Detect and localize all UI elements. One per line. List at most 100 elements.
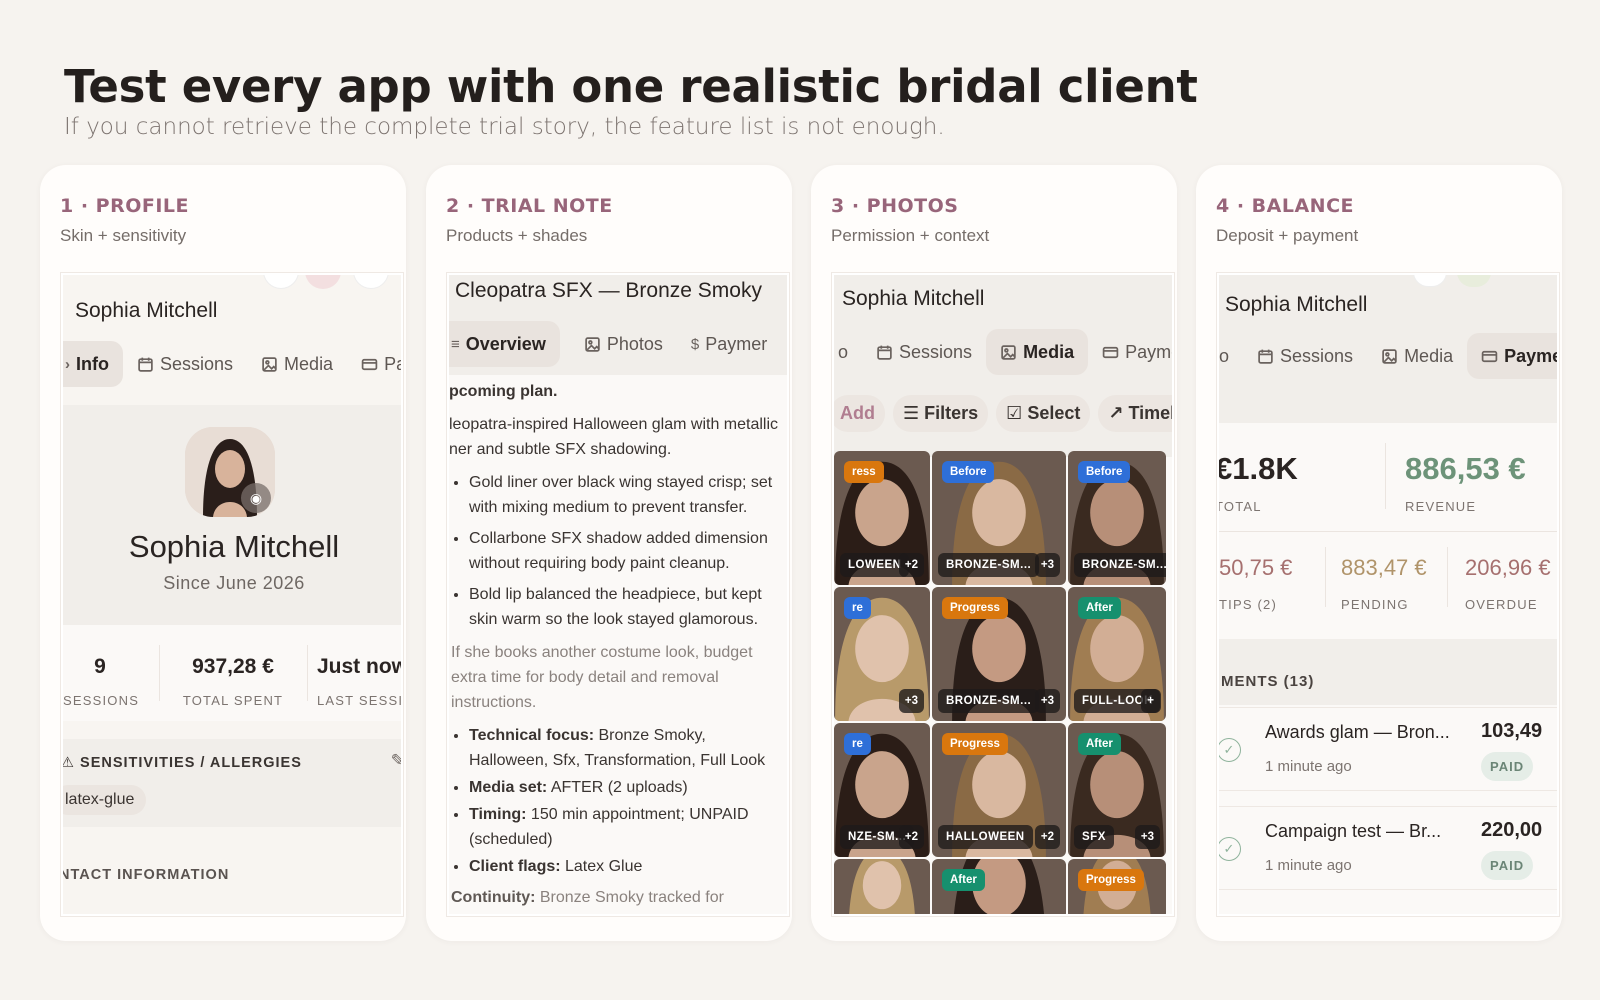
payment-amount: 103,49 xyxy=(1481,720,1543,742)
observations-list: Gold liner over black wing stayed crisp;… xyxy=(449,470,787,632)
edit-icon[interactable]: ✎ xyxy=(391,751,401,771)
overdue-value: 206,96 € xyxy=(1465,555,1551,580)
tag-label: BRONZE-SM... xyxy=(938,553,1040,577)
tag-count: +2 xyxy=(898,825,924,849)
photos-screenshot: Sophia Mitchell o Sessions Media Paymer … xyxy=(832,273,1174,916)
tag-count: +3 xyxy=(1134,825,1160,849)
tab-photos[interactable]: Photos xyxy=(570,321,677,367)
tab-overview[interactable]: ≡ Overview xyxy=(449,321,560,367)
toolbar-icon-button[interactable] xyxy=(263,275,299,289)
toolbar-icon-button[interactable] xyxy=(353,275,389,289)
stage-badge: re xyxy=(844,597,871,619)
select-button[interactable]: ☑ Select xyxy=(996,395,1091,432)
check-circle-icon: ✓ xyxy=(1219,738,1241,762)
tab-payments[interactable]: Paymer xyxy=(1467,333,1557,379)
revenue-label: REVENUE xyxy=(1405,499,1477,514)
tag-label: BRONZE-SM... xyxy=(938,689,1040,713)
media-thumbnail[interactable]: After xyxy=(932,859,1066,914)
media-thumbnail[interactable]: Before BRONZE-SM... +3 xyxy=(932,451,1066,585)
total-value: €1.8K xyxy=(1217,451,1298,486)
card-profile: 1 · PROFILE Skin + sensitivity Sophia Mi… xyxy=(40,165,406,941)
tab-media[interactable]: Media xyxy=(1367,333,1467,379)
tag-count: +3 xyxy=(898,689,924,713)
media-thumbnail[interactable]: After SFX +3 xyxy=(1068,723,1166,857)
stage-badge: Progress xyxy=(942,733,1008,755)
list-icon: ≡ xyxy=(451,335,460,353)
tag-count: +3 xyxy=(1034,689,1060,713)
tab-payments[interactable]: Paymer xyxy=(1088,329,1172,375)
media-thumbnail[interactable]: Before BRONZE-SM... xyxy=(1068,451,1166,585)
client-name: Sophia Mitchell xyxy=(1225,293,1368,316)
stage-badge: re xyxy=(844,733,871,755)
card-desc: Skin + sensitivity xyxy=(60,226,187,245)
tab-sessions[interactable]: Sessions xyxy=(123,341,247,387)
media-thumbnail[interactable]: ress LOWEEN +2 xyxy=(834,451,930,585)
list-item: Timing: 150 min appointment; UNPAID (sch… xyxy=(469,802,787,852)
status-badge: PAID xyxy=(1481,851,1534,880)
check-circle-icon: ✓ xyxy=(1219,837,1241,861)
card-icon xyxy=(1102,344,1119,361)
dollar-icon: $ xyxy=(690,335,700,353)
payment-amount: 220,00 xyxy=(1481,819,1543,841)
stage-badge: Progress xyxy=(1078,869,1144,891)
tab-info[interactable]: › Info xyxy=(63,341,123,387)
stats-row: 9 SESSIONS 937,28 € TOTAL SPENT Just now… xyxy=(63,625,403,721)
trial-note-body: pcoming plan. leopatra-inspired Hallowee… xyxy=(449,379,787,910)
tab-payments[interactable]: $ Paymer xyxy=(677,321,781,367)
portrait-image xyxy=(834,859,930,914)
media-thumbnail[interactable] xyxy=(834,859,930,914)
tab-sessions[interactable]: Sessions xyxy=(1243,333,1367,379)
sensitivities-section: ⚠ SENSITIVITIES / ALLERGIES ✎ latex-glue xyxy=(63,739,401,827)
stage-badge: After xyxy=(942,869,985,891)
list-icon: › xyxy=(65,355,70,373)
tag-count: +2 xyxy=(1034,825,1060,849)
tab-payments[interactable]: Pay xyxy=(347,341,401,387)
media-thumbnail[interactable]: Progress BRONZE-SM... +3 xyxy=(932,587,1066,721)
tab-info[interactable]: o xyxy=(1219,333,1243,379)
stage-badge: ress xyxy=(844,461,884,483)
media-thumbnail[interactable]: re +3 xyxy=(834,587,930,721)
tab-media[interactable]: Media xyxy=(247,341,347,387)
add-button[interactable]: Add xyxy=(834,395,885,432)
trial-title: Cleopatra SFX — Bronze Smoky xyxy=(455,279,762,302)
revenue-value: 886,53 € xyxy=(1405,451,1526,486)
media-thumbnail[interactable]: Progress xyxy=(1068,859,1166,914)
tips-value: 50,75 € xyxy=(1219,555,1293,580)
stat-label: TOTAL SPENT xyxy=(182,693,284,708)
stat-value: 9 xyxy=(94,655,106,678)
facts-list: Technical focus: Bronze Smoky, Halloween… xyxy=(449,723,787,879)
card-step: 2 · TRIAL NOTE xyxy=(446,195,613,217)
tips-label: TIPS (2) xyxy=(1219,597,1277,612)
avatar[interactable]: ◉ xyxy=(185,427,275,517)
client-name: Sophia Mitchell xyxy=(842,287,985,310)
media-thumbnail[interactable]: Progress HALLOWEEN +2 xyxy=(932,723,1066,857)
sensitivities-title: SENSITIVITIES / ALLERGIES xyxy=(80,755,302,771)
stage-badge: After xyxy=(1078,733,1121,755)
timeline-button[interactable]: ↗ Timeli xyxy=(1098,395,1172,432)
card-balance: 4 · BALANCE Deposit + payment Sophia Mit… xyxy=(1196,165,1562,941)
calendar-icon xyxy=(876,344,893,361)
filters-button[interactable]: ☰ Filters xyxy=(893,395,989,432)
tab-sessions[interactable]: Sessions xyxy=(862,329,986,375)
tab-media[interactable]: Media xyxy=(986,329,1089,375)
camera-icon[interactable]: ◉ xyxy=(241,483,271,513)
stat-value: Just now xyxy=(317,655,403,678)
media-thumbnail[interactable]: After FULL-LOOK + xyxy=(1068,587,1166,721)
card-step: 4 · BALANCE xyxy=(1216,195,1354,217)
payment-row[interactable]: ✓ Campaign test — Br... 1 minute ago 220… xyxy=(1219,806,1557,890)
tag-count: +2 xyxy=(898,553,924,577)
allergy-chip: latex-glue xyxy=(63,785,147,815)
toolbar-icon-button[interactable] xyxy=(305,275,341,289)
list-item: Client flags: Latex Glue xyxy=(469,854,787,879)
stat-label: SESSIONS xyxy=(63,693,140,708)
card-step: 3 · PHOTOS xyxy=(831,195,959,217)
card-photos: 3 · PHOTOS Permission + context Sophia M… xyxy=(811,165,1177,941)
client-since: Since June 2026 xyxy=(163,573,305,593)
stage-badge: Before xyxy=(1078,461,1131,483)
payment-row[interactable]: ✓ Awards glam — Bron... 1 minute ago 103… xyxy=(1219,707,1557,791)
client-name: Sophia Mitchell xyxy=(75,299,218,322)
image-icon xyxy=(1000,344,1017,361)
tab-info[interactable]: o xyxy=(834,329,862,375)
media-thumbnail[interactable]: re NZE-SM... +2 xyxy=(834,723,930,857)
trial-screenshot: Cleopatra SFX — Bronze Smoky ≡ Overview P… xyxy=(447,273,789,916)
